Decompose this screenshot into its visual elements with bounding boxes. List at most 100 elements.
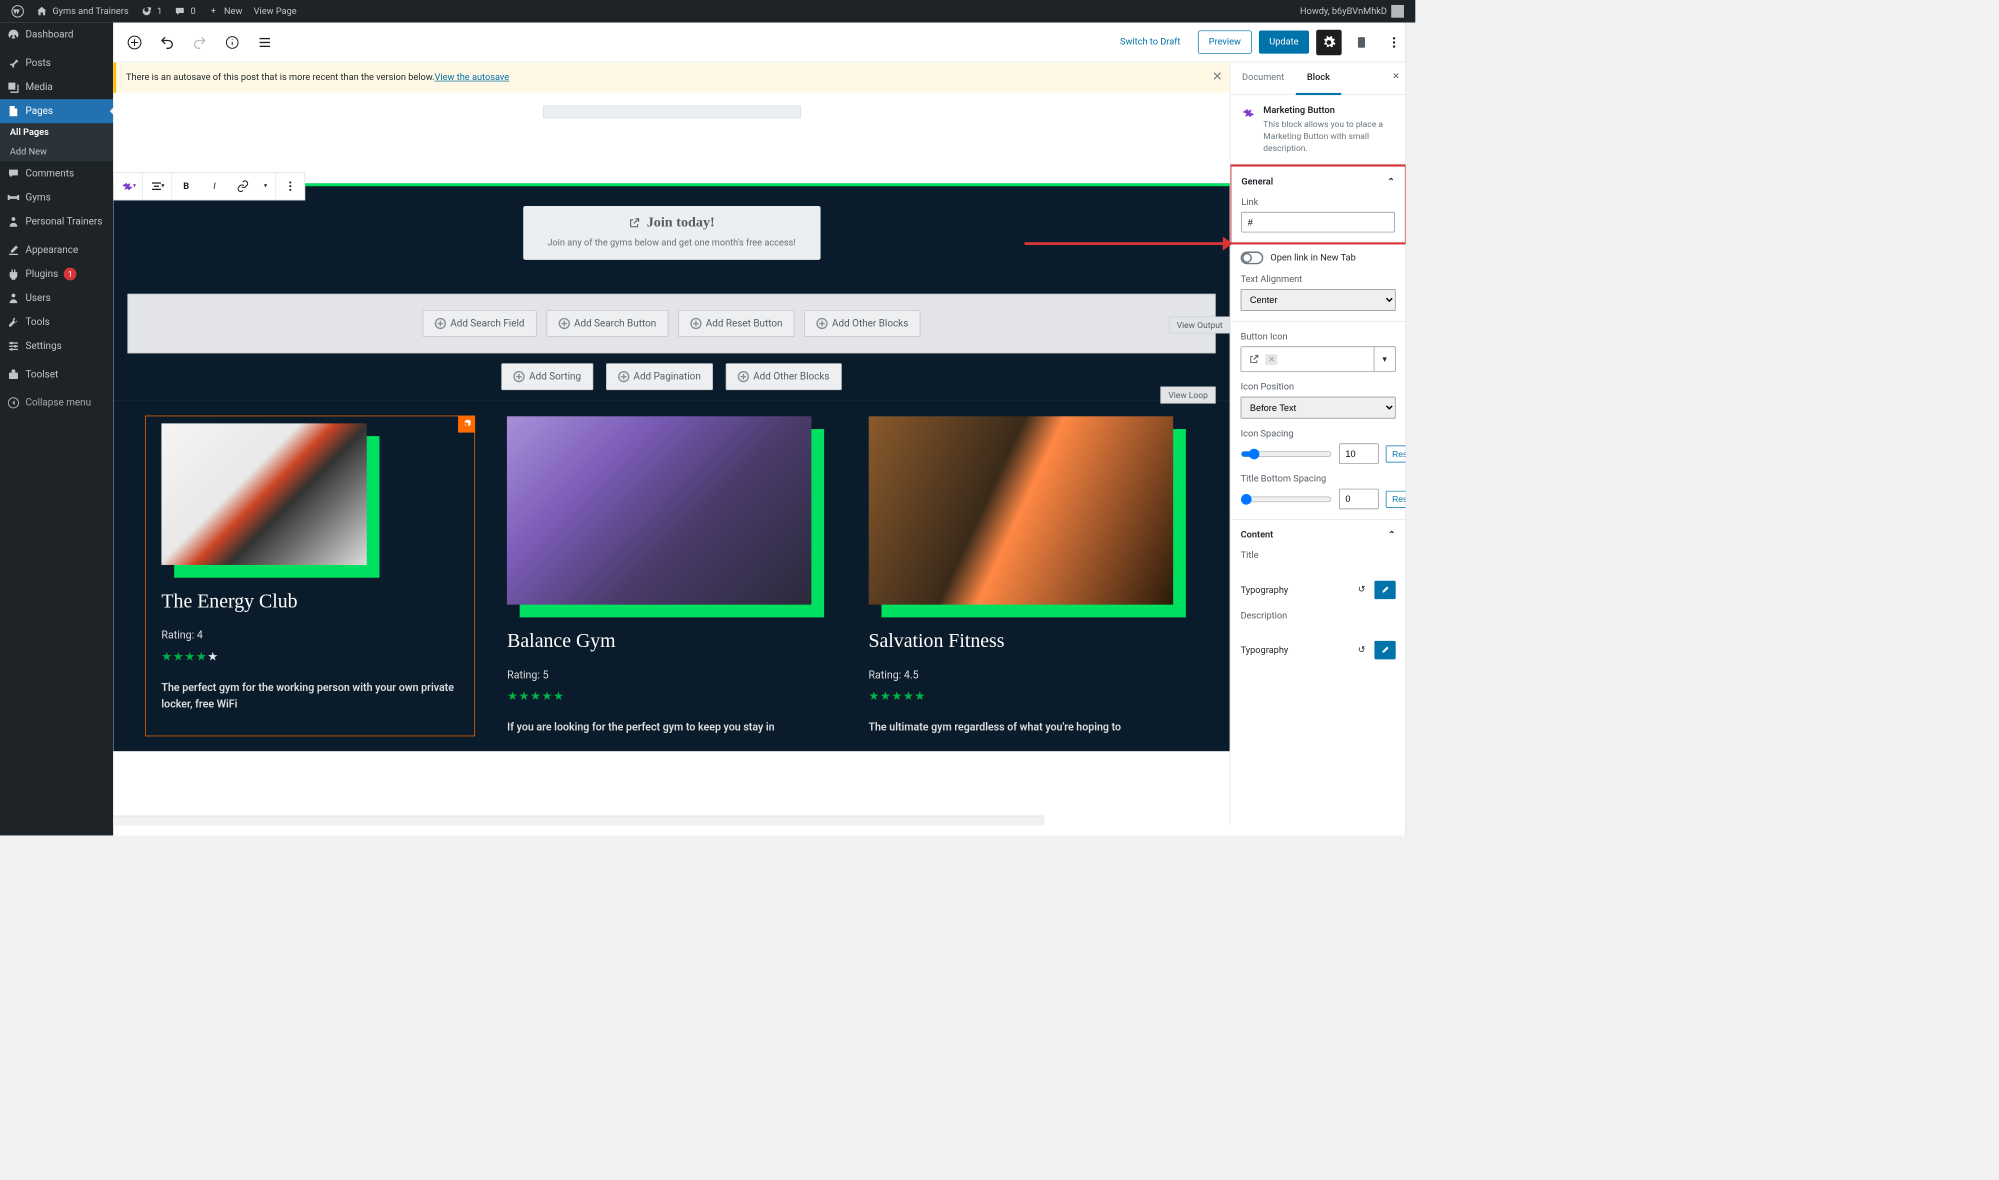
clear-icon-button[interactable]: ✕ — [1265, 354, 1277, 365]
appearance-icon — [7, 244, 20, 257]
sidebar-item-tools[interactable]: Tools — [0, 310, 113, 334]
preview-button[interactable]: Preview — [1198, 30, 1251, 53]
block-name: Marketing Button — [1263, 105, 1395, 116]
link-button[interactable] — [229, 172, 257, 200]
icon-spacing-slider[interactable] — [1240, 448, 1331, 459]
card-settings-button[interactable] — [458, 416, 475, 433]
add-block-button[interactable] — [122, 29, 147, 54]
annotation-arrow — [1024, 242, 1229, 245]
update-button[interactable]: Update — [1259, 30, 1309, 53]
view-page-label: View Page — [254, 6, 297, 17]
block-type-button[interactable]: ▾ — [114, 172, 142, 200]
sidebar-item-comments[interactable]: Comments — [0, 161, 113, 185]
sidebar-item-pages[interactable]: Pages — [0, 99, 113, 123]
icon-dropdown-button[interactable]: ▾ — [1374, 347, 1395, 371]
comment-icon — [7, 167, 20, 180]
sidebar-item-plugins[interactable]: Plugins1 — [0, 262, 113, 286]
gym-rating-text: Rating: 5 — [507, 668, 836, 681]
marketing-button-block[interactable]: Join today! Join any of the gyms below a… — [523, 206, 820, 260]
sidebar-sub-add-new[interactable]: Add New — [0, 142, 113, 161]
new-link[interactable]: +New — [201, 0, 248, 23]
add-search-field-button[interactable]: Add Search Field — [423, 310, 537, 337]
general-section-toggle[interactable]: General⌃ — [1231, 167, 1404, 197]
sidebar-item-gyms[interactable]: Gyms — [0, 185, 113, 209]
icon-spacing-reset-button[interactable]: Reset — [1386, 445, 1406, 462]
typography-reset-button[interactable]: ↺ — [1353, 581, 1370, 598]
add-pagination-button[interactable]: Add Pagination — [606, 363, 713, 390]
add-search-button-button[interactable]: Add Search Button — [546, 310, 668, 337]
view-output-button[interactable]: View Output — [1169, 316, 1230, 333]
notice-dismiss-button[interactable]: ✕ — [1212, 69, 1223, 84]
tab-block[interactable]: Block — [1295, 62, 1341, 95]
wp-logo[interactable] — [6, 0, 30, 23]
gym-card-2[interactable]: Balance Gym Rating: 5 ★★★★★ If you are l… — [507, 416, 836, 735]
notice-link[interactable]: View the autosave — [435, 72, 510, 83]
sidebar-sub-all-pages[interactable]: All Pages — [0, 123, 113, 142]
page-vertical-scrollbar[interactable] — [1405, 23, 1415, 836]
inspector-general-section: General⌃ Link — [1230, 165, 1406, 245]
bold-button[interactable]: B — [172, 172, 200, 200]
add-reset-button-button[interactable]: Add Reset Button — [678, 310, 794, 337]
sidebar-item-users[interactable]: Users — [0, 286, 113, 310]
block-more-button[interactable] — [276, 172, 304, 200]
new-tab-toggle[interactable] — [1240, 252, 1263, 265]
outline-button[interactable] — [252, 29, 277, 54]
switch-draft-button[interactable]: Switch to Draft — [1109, 30, 1191, 53]
inspector-close-button[interactable]: ✕ — [1392, 71, 1400, 82]
typography-reset-button[interactable]: ↺ — [1353, 641, 1370, 658]
plus-icon — [558, 318, 569, 329]
block-type-icon — [1240, 105, 1256, 154]
icon-position-select[interactable]: Before Text — [1240, 397, 1395, 419]
sidebar-item-settings[interactable]: Settings — [0, 334, 113, 358]
horizontal-scrollbar[interactable] — [113, 816, 1044, 826]
add-other-blocks-button[interactable]: Add Other Blocks — [804, 310, 920, 337]
icon-spacing-input[interactable] — [1339, 443, 1379, 464]
account-link[interactable]: Howdy, b6yBVnMhkD — [1294, 0, 1409, 23]
sidebar-collapse[interactable]: Collapse menu — [0, 391, 113, 415]
add-sorting-button[interactable]: Add Sorting — [502, 363, 594, 390]
autosave-notice: There is an autosave of this post that i… — [113, 62, 1230, 92]
title-spacing-input[interactable] — [1339, 489, 1379, 510]
page-content: View Output Join today! Join any of the … — [113, 183, 1230, 750]
typography-edit-button[interactable] — [1374, 581, 1395, 599]
button-icon-picker[interactable]: ✕ ▾ — [1240, 346, 1395, 371]
text-alignment-select[interactable]: Center — [1240, 289, 1395, 311]
admin-bar: Gyms and Trainers 1 0 +New View Page How… — [0, 0, 1415, 23]
info-button[interactable] — [219, 29, 244, 54]
align-button[interactable]: ▾ — [143, 172, 171, 200]
undo-button[interactable] — [154, 29, 179, 54]
updates-link[interactable]: 1 — [134, 0, 167, 23]
gym-card-3[interactable]: Salvation Fitness Rating: 4.5 ★★★★★★ The… — [868, 416, 1197, 735]
redo-button[interactable] — [187, 29, 212, 54]
inspector-tabs: Document Block ✕ — [1231, 62, 1406, 95]
title-spacing-label: Title Bottom Spacing — [1240, 474, 1395, 485]
editor-topbar: Switch to Draft Preview Update — [113, 23, 1415, 63]
sidebar-item-media[interactable]: Media — [0, 75, 113, 99]
site-name-link[interactable]: Gyms and Trainers — [30, 0, 135, 23]
jetpack-button[interactable] — [1349, 29, 1374, 54]
settings-toggle-button[interactable] — [1316, 29, 1341, 54]
tab-document[interactable]: Document — [1231, 62, 1296, 94]
view-page-link[interactable]: View Page — [248, 0, 302, 23]
block-header: Marketing Button This block allows you t… — [1231, 95, 1406, 165]
more-options-button[interactable] — [1381, 29, 1406, 54]
content-section-toggle[interactable]: Content⌃ — [1231, 520, 1406, 550]
sidebar-item-dashboard[interactable]: Dashboard — [0, 23, 113, 47]
placeholder-block[interactable] — [543, 105, 801, 118]
italic-button[interactable]: I — [200, 172, 228, 200]
link-input[interactable] — [1241, 212, 1395, 233]
typography-edit-button[interactable] — [1374, 641, 1395, 659]
notice-text: There is an autosave of this post that i… — [126, 72, 435, 83]
title-spacing-slider[interactable] — [1240, 493, 1331, 504]
title-spacing-reset-button[interactable]: Reset — [1386, 491, 1406, 508]
more-format-button[interactable]: ▾ — [257, 172, 275, 200]
sidebar-item-trainers[interactable]: Personal Trainers — [0, 210, 113, 234]
gym-card-1[interactable]: The Energy Club Rating: 4 ★★★★★ The perf… — [146, 416, 475, 735]
add-other-blocks-button-2[interactable]: Add Other Blocks — [726, 363, 842, 390]
sidebar-item-appearance[interactable]: Appearance — [0, 238, 113, 262]
sidebar-item-posts[interactable]: Posts — [0, 51, 113, 75]
block-description: This block allows you to place a Marketi… — [1263, 118, 1395, 154]
sidebar-item-toolset[interactable]: Toolset — [0, 362, 113, 386]
comments-link[interactable]: 0 — [168, 0, 201, 23]
tools-icon — [7, 316, 20, 329]
